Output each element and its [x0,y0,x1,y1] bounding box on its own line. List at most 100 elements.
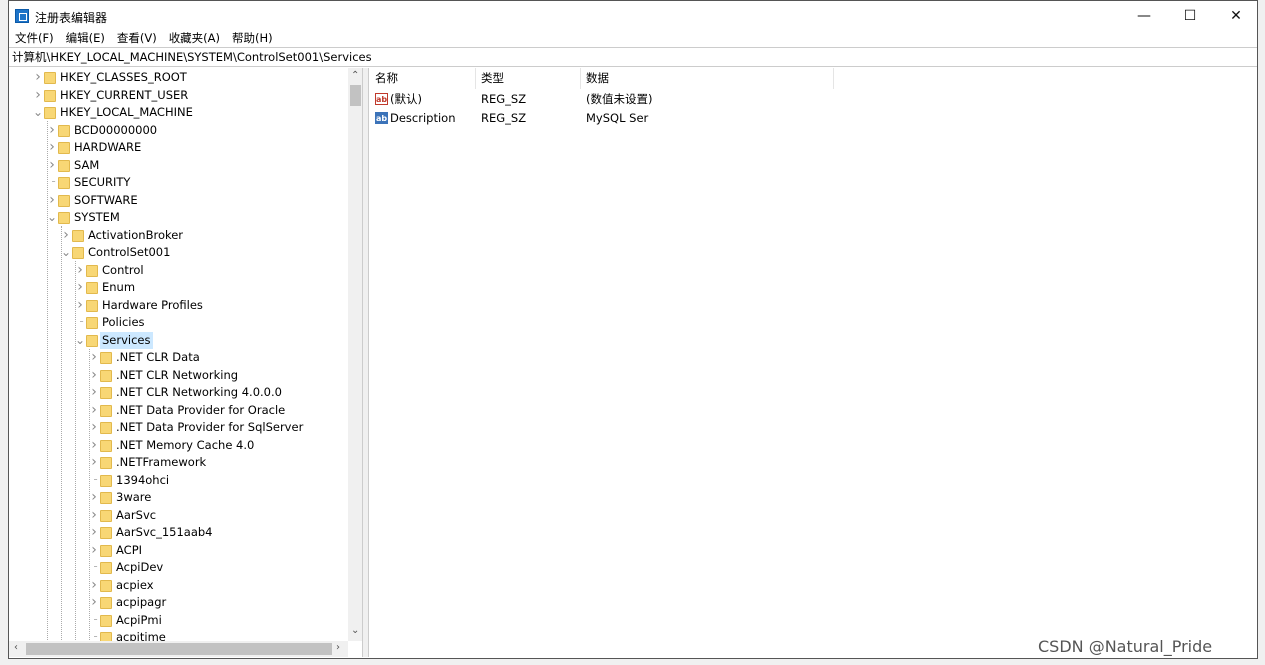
chevron-right-icon[interactable]: › [89,524,99,541]
chevron-right-icon[interactable]: › [89,489,99,506]
tree-item[interactable]: › HARDWARE [9,139,348,156]
chevron-right-icon[interactable]: › [89,419,99,436]
tree-item[interactable]: › 3ware [9,489,348,506]
tree-item-label: AcpiDev [116,560,164,574]
chevron-right-icon[interactable]: › [75,279,85,296]
chevron-right-icon[interactable]: › [89,454,99,471]
chevron-right-icon[interactable]: › [89,349,99,366]
tree-connector: ╶ [48,177,56,188]
tree-item[interactable]: › acpiex [9,577,348,594]
tree-item[interactable]: › .NET Data Provider for SqlServer [9,419,348,436]
chevron-right-icon[interactable]: › [75,297,85,314]
tree-item[interactable]: › SOFTWARE [9,192,348,209]
scroll-up-icon[interactable]: ⌃ [351,70,359,81]
tree-item[interactable]: › HKEY_CLASSES_ROOT [9,69,348,86]
chevron-down-icon[interactable]: ⌄ [75,332,85,349]
value-name[interactable]: Description [390,109,456,127]
folder-icon [100,474,112,487]
minimize-button[interactable]: — [1121,1,1167,31]
tree-horizontal-scrollbar[interactable]: ‹ › [9,641,348,657]
chevron-right-icon[interactable]: › [89,367,99,384]
chevron-right-icon[interactable]: › [75,262,85,279]
menu-help[interactable]: 帮助(H) [226,30,279,46]
folder-icon [86,282,98,294]
tree-item-label: 1394ohci [116,472,170,487]
chevron-right-icon[interactable]: › [89,437,99,454]
chevron-right-icon[interactable]: › [89,542,99,559]
tree-item[interactable]: › BCD00000000 [9,122,348,139]
tree-item[interactable]: › .NET CLR Networking [9,367,348,384]
chevron-right-icon[interactable]: › [89,594,99,611]
tree-vertical-scrollbar[interactable]: ⌃ ⌄ [348,68,362,641]
chevron-right-icon[interactable]: › [89,507,99,524]
menu-view[interactable]: 查看(V) [111,30,163,46]
tree-item[interactable]: › .NET CLR Data [9,349,348,366]
horizontal-scroll-thumb[interactable] [26,643,332,655]
tree-item[interactable]: ⌄ Services [9,331,348,349]
values-list[interactable]: 名称 类型 数据 ab (默认) REG_SZ (数值未设置) ab Descriptio… [370,68,1257,657]
tree-item[interactable]: ╶ 1394ohci [9,472,348,489]
column-header-type[interactable]: 类型 [476,68,581,89]
chevron-right-icon[interactable]: › [89,384,99,401]
registry-editor-window: 注册表编辑器 — ☐ ✕ 文件(F) 编辑(E) 查看(V) 收藏夹(A) 帮助… [8,0,1258,659]
chevron-down-icon[interactable]: ⌄ [33,104,43,121]
pane-splitter[interactable] [363,68,369,657]
scroll-right-icon[interactable]: › [336,642,340,653]
value-name[interactable]: (默认) [390,90,422,108]
menu-favorites[interactable]: 收藏夹(A) [163,30,226,46]
column-header-name[interactable]: 名称 [370,68,476,89]
maximize-button[interactable]: ☐ [1167,1,1213,31]
tree-item[interactable]: ⌄ HKEY_LOCAL_MACHINE [9,104,348,121]
key-tree[interactable]: › HKEY_CLASSES_ROOT › HKEY_CURRENT_USER ⌄ HKE… [9,68,363,657]
tree-item-label: SOFTWARE [74,192,138,207]
tree-item[interactable]: › .NET Data Provider for Oracle [9,402,348,419]
scroll-left-icon[interactable]: ‹ [14,642,18,653]
chevron-right-icon[interactable]: › [61,227,71,244]
tree-item[interactable]: ⌄ ControlSet001 [9,244,348,261]
chevron-right-icon[interactable]: › [89,577,99,594]
close-button[interactable]: ✕ [1213,1,1259,31]
tree-item-label: Hardware Profiles [102,297,203,312]
tree-item-label: .NETFramework [116,455,207,469]
chevron-right-icon[interactable]: › [89,402,99,419]
chevron-right-icon[interactable]: › [47,157,57,174]
tree-item[interactable]: › AarSvc_151aab4 [9,524,348,541]
tree-connector: ╶ [90,474,98,486]
scroll-down-icon[interactable]: ⌄ [351,625,359,636]
chevron-right-icon[interactable]: › [33,69,43,86]
tree-item[interactable]: › .NET Memory Cache 4.0 [9,437,348,454]
tree-item-label: .NET Data Provider for Oracle [116,402,286,417]
tree-item-label: HKEY_CLASSES_ROOT [60,70,187,84]
column-header-data[interactable]: 数据 [581,68,834,89]
menu-bar: 文件(F) 编辑(E) 查看(V) 收藏夹(A) 帮助(H) [9,30,279,46]
tree-item[interactable]: › .NETFramework [9,454,348,471]
tree-item[interactable]: ╶ AcpiPmi [9,612,348,629]
tree-item-label: ActivationBroker [88,227,184,242]
menu-edit[interactable]: 编辑(E) [60,30,111,46]
address-bar[interactable]: 计算机\HKEY_LOCAL_MACHINE\SYSTEM\ControlSet… [9,47,1257,67]
tree-item[interactable]: › HKEY_CURRENT_USER [9,87,348,104]
tree-item[interactable]: › AarSvc [9,507,348,524]
tree-item[interactable]: › ActivationBroker [9,227,348,244]
tree-item[interactable]: › .NET CLR Networking 4.0.0.0 [9,384,348,401]
chevron-right-icon[interactable]: › [33,87,43,104]
chevron-right-icon[interactable]: › [47,122,57,139]
chevron-down-icon[interactable]: ⌄ [47,209,57,226]
chevron-right-icon[interactable]: › [47,192,57,209]
tree-item[interactable]: › Enum [9,279,348,296]
tree-item[interactable]: › SAM [9,157,348,174]
scroll-thumb[interactable] [350,85,361,106]
chevron-down-icon[interactable]: ⌄ [61,244,71,261]
tree-item[interactable]: › ACPI [9,542,348,559]
menu-file[interactable]: 文件(F) [9,30,60,46]
tree-item[interactable]: ╶ AcpiDev [9,559,348,576]
tree-item[interactable]: › acpipagr [9,594,348,611]
tree-item[interactable]: ╶ Policies [9,314,348,331]
tree-item[interactable]: ⌄ SYSTEM [9,209,348,226]
folder-icon [100,457,112,469]
tree-item[interactable]: › Control [9,262,348,279]
tree-item[interactable]: ╶ SECURITY [9,174,348,191]
tree-item[interactable]: › Hardware Profiles [9,297,348,314]
chevron-right-icon[interactable]: › [47,139,57,156]
tree-guide-line [47,121,48,640]
